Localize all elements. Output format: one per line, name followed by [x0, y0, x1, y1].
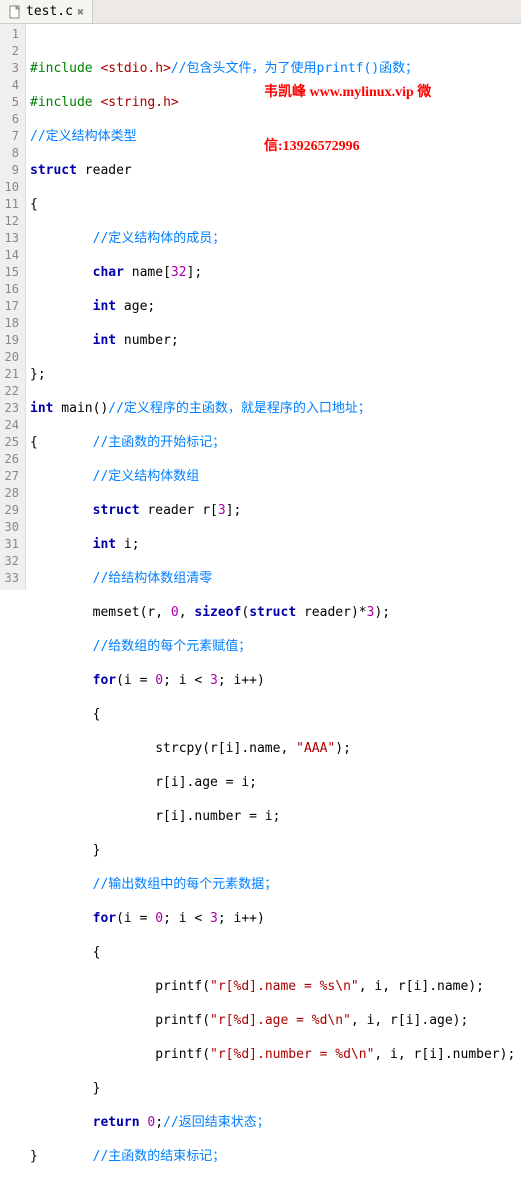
file-icon [8, 5, 22, 19]
code-line: for(i = 0; i < 3; i++) [30, 910, 517, 927]
line-number: 16 [4, 281, 19, 298]
line-number: 32 [4, 553, 19, 570]
line-number: 33 [4, 570, 19, 587]
code-line: //给数组的每个元素赋值； [30, 638, 517, 655]
code-line: printf("r[%d].age = %d\n", i, r[i].age); [30, 1012, 517, 1029]
line-number: 31 [4, 536, 19, 553]
line-number: 26 [4, 451, 19, 468]
line-number: 8 [4, 145, 19, 162]
code-line: { [30, 196, 517, 213]
line-number: 29 [4, 502, 19, 519]
line-number: 20 [4, 349, 19, 366]
file-tab[interactable]: test.c ✖ [0, 0, 93, 23]
line-number: 14 [4, 247, 19, 264]
tab-bar: test.c ✖ [0, 0, 521, 24]
editor: 1234567891011121314151617181920212223242… [0, 24, 521, 590]
code-line: int age; [30, 298, 517, 315]
code-line: printf("r[%d].number = %d\n", i, r[i].nu… [30, 1046, 517, 1063]
code-line: } [30, 842, 517, 859]
line-gutter: 1234567891011121314151617181920212223242… [0, 24, 26, 590]
code-line: int main()//定义程序的主函数，就是程序的入口地址； [30, 400, 517, 417]
line-number: 25 [4, 434, 19, 451]
line-number: 15 [4, 264, 19, 281]
line-number: 30 [4, 519, 19, 536]
line-number: 10 [4, 179, 19, 196]
watermark: 韦凯峰 www.mylinux.vip 微 信:13926572996 [264, 48, 431, 192]
code-line: }; [30, 366, 517, 383]
line-number: 27 [4, 468, 19, 485]
code-line: int i; [30, 536, 517, 553]
code-line: { [30, 944, 517, 961]
line-number: 2 [4, 43, 19, 60]
line-number: 18 [4, 315, 19, 332]
line-number: 3 [4, 60, 19, 77]
line-number: 5 [4, 94, 19, 111]
line-number: 24 [4, 417, 19, 434]
code-line: for(i = 0; i < 3; i++) [30, 672, 517, 689]
line-number: 23 [4, 400, 19, 417]
code-line: strcpy(r[i].name, "AAA"); [30, 740, 517, 757]
watermark-line2: 信:13926572996 [264, 138, 431, 156]
line-number: 7 [4, 128, 19, 145]
line-number: 28 [4, 485, 19, 502]
line-number: 12 [4, 213, 19, 230]
code-line: //定义结构体的成员； [30, 230, 517, 247]
close-icon[interactable]: ✖ [77, 5, 84, 19]
code-line: char name[32]; [30, 264, 517, 281]
line-number: 22 [4, 383, 19, 400]
line-number: 1 [4, 26, 19, 43]
code-line: //给结构体数组清零 [30, 570, 517, 587]
code-line: struct reader r[3]; [30, 502, 517, 519]
line-number: 21 [4, 366, 19, 383]
code-line: return 0;//返回结束状态； [30, 1114, 517, 1131]
watermark-line1: 韦凯峰 www.mylinux.vip 微 [264, 84, 431, 102]
code-line: //输出数组中的每个元素数据； [30, 876, 517, 893]
code-line: } [30, 1080, 517, 1097]
line-number: 11 [4, 196, 19, 213]
code-area[interactable]: 韦凯峰 www.mylinux.vip 微 信:13926572996 #inc… [26, 24, 521, 590]
tab-filename: test.c [26, 4, 73, 19]
line-number: 17 [4, 298, 19, 315]
line-number: 6 [4, 111, 19, 128]
line-number: 9 [4, 162, 19, 179]
code-line: { //主函数的开始标记； [30, 434, 517, 451]
code-line: } //主函数的结束标记； [30, 1148, 517, 1165]
line-number: 4 [4, 77, 19, 94]
line-number: 13 [4, 230, 19, 247]
code-line: int number; [30, 332, 517, 349]
code-line: r[i].age = i; [30, 774, 517, 791]
code-line: printf("r[%d].name = %s\n", i, r[i].name… [30, 978, 517, 995]
code-line: { [30, 706, 517, 723]
code-line: memset(r, 0, sizeof(struct reader)*3); [30, 604, 517, 621]
code-line: r[i].number = i; [30, 808, 517, 825]
code-line: //定义结构体数组 [30, 468, 517, 485]
line-number: 19 [4, 332, 19, 349]
